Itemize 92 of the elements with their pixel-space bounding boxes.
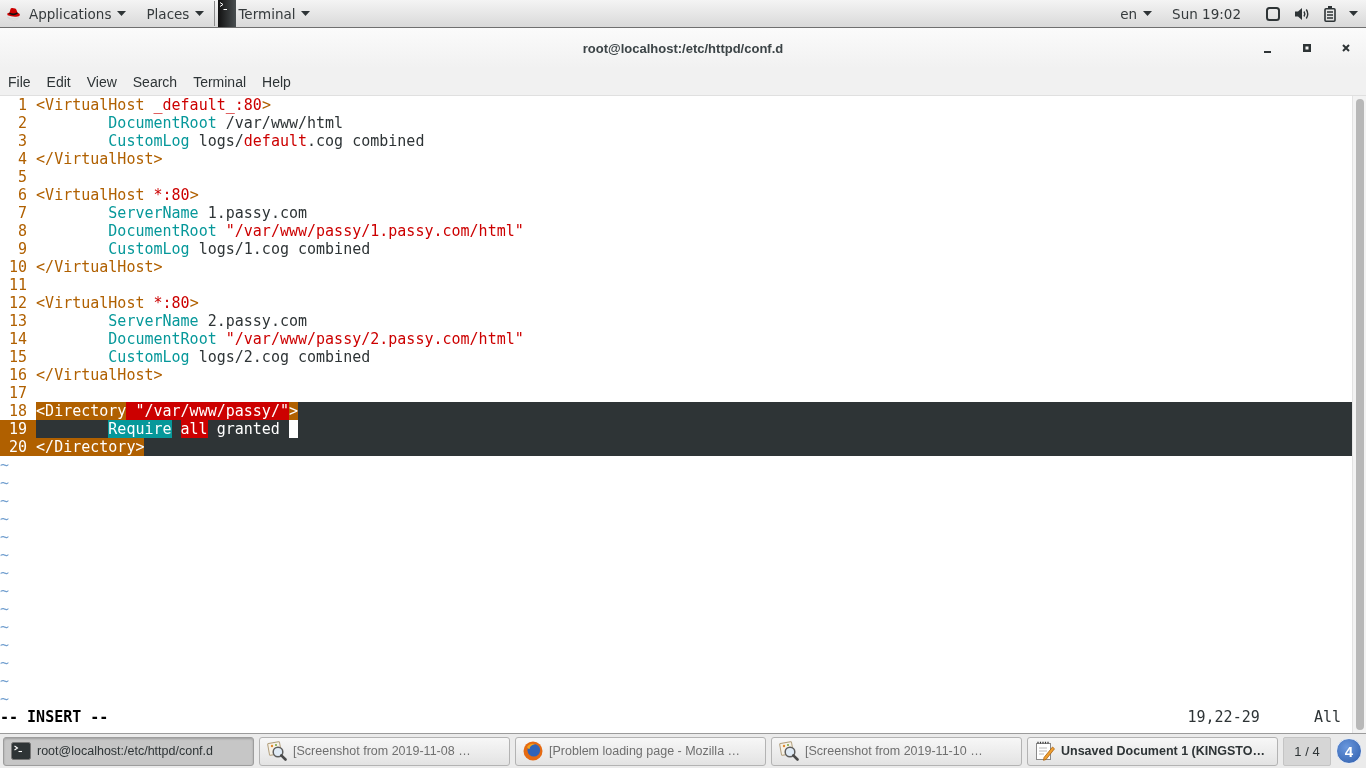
menu-item[interactable]: Terminal bbox=[185, 69, 255, 94]
globe-icon bbox=[523, 741, 543, 761]
menu-item[interactable]: File bbox=[0, 69, 39, 94]
line-number: 7 bbox=[17, 204, 29, 222]
line-number: 14 bbox=[8, 330, 29, 348]
menu-item[interactable]: Search bbox=[124, 69, 186, 94]
line-number: 11 bbox=[8, 276, 29, 294]
app-menu[interactable]: Terminal bbox=[236, 0, 317, 27]
scroll-position: All bbox=[1313, 708, 1341, 726]
caret-icon bbox=[117, 11, 127, 16]
empty-line-marker: ~ bbox=[0, 672, 10, 690]
top-bar-menu[interactable]: Places bbox=[140, 0, 211, 27]
line-number: 6 bbox=[17, 186, 29, 204]
code-line: </VirtualHost> bbox=[36, 366, 163, 384]
volume-icon[interactable] bbox=[1294, 6, 1310, 21]
code-line: CustomLog logs/1.cog combined bbox=[108, 240, 371, 258]
code-line: </VirtualHost> bbox=[36, 150, 163, 168]
line-number: 17 bbox=[8, 384, 29, 402]
empty-line-marker: ~ bbox=[0, 528, 10, 546]
line-number: 10 bbox=[8, 258, 29, 276]
code-line: </VirtualHost> bbox=[36, 258, 163, 276]
maximize-icon bbox=[1302, 44, 1311, 52]
terminal-icon[interactable] bbox=[218, 0, 237, 27]
code-line: DocumentRoot /var/www/html bbox=[108, 114, 344, 132]
line-number: 19 bbox=[0, 420, 37, 438]
empty-line-marker: ~ bbox=[0, 492, 10, 510]
code-line: <VirtualHost *:80> bbox=[36, 186, 199, 204]
clock[interactable]: Sun 19:02 bbox=[1166, 0, 1247, 27]
display-icon[interactable] bbox=[1266, 6, 1280, 21]
code-line: <VirtualHost *:80> bbox=[36, 294, 199, 312]
code-line: DocumentRoot "/var/www/passy/2.passy.com/html" bbox=[108, 330, 524, 348]
empty-line-marker: ~ bbox=[0, 582, 10, 600]
empty-line-marker: ~ bbox=[0, 690, 10, 708]
caret-icon[interactable] bbox=[1349, 11, 1358, 16]
line-number: 18 bbox=[8, 402, 29, 420]
empty-line-marker: ~ bbox=[0, 654, 10, 672]
line-number: 4 bbox=[17, 150, 29, 168]
code-line: CustomLog logs/2.cog combined bbox=[108, 348, 371, 366]
battery-icon[interactable] bbox=[1324, 5, 1336, 22]
empty-line-marker: ~ bbox=[0, 618, 10, 636]
image-magnifier-icon bbox=[779, 741, 799, 761]
menu-item[interactable]: Edit bbox=[38, 69, 79, 94]
notepad-pencil-icon bbox=[1035, 741, 1055, 761]
image-magnifier-icon bbox=[267, 741, 287, 761]
minimize-icon bbox=[1264, 51, 1271, 53]
line-number: 12 bbox=[8, 294, 29, 312]
code-line: ServerName 1.passy.com bbox=[108, 204, 307, 222]
cursor-position: 19,22-29 bbox=[1187, 708, 1260, 726]
line-number: 16 bbox=[8, 366, 29, 384]
taskbar-button[interactable]: [Screenshot from 2019-11-08 … bbox=[259, 736, 510, 766]
top-bar-menu[interactable]: Applications bbox=[23, 0, 133, 27]
code-line: DocumentRoot "/var/www/passy/1.passy.com/html" bbox=[108, 222, 524, 240]
empty-line-marker: ~ bbox=[0, 564, 10, 582]
code-line: <VirtualHost _default_:80> bbox=[36, 96, 271, 114]
taskbar-button[interactable]: [Problem loading page - Mozilla … bbox=[515, 736, 766, 766]
hat-logo-icon[interactable] bbox=[5, 6, 21, 21]
window-title: root@localhost:/etc/httpd/conf.d bbox=[582, 40, 784, 56]
code-line: <Directory "/var/www/passy/"> bbox=[36, 402, 298, 420]
scrollbar-thumb[interactable] bbox=[1355, 99, 1364, 730]
message-count[interactable]: 4 bbox=[1336, 738, 1362, 764]
line-number: 3 bbox=[17, 132, 29, 150]
line-number: 5 bbox=[17, 168, 29, 186]
line-number: 20 bbox=[0, 438, 37, 456]
taskbar-button[interactable]: [Screenshot from 2019-11-10 … bbox=[771, 736, 1022, 766]
close-icon bbox=[1341, 44, 1350, 52]
caret-icon bbox=[1143, 11, 1153, 16]
caret-icon bbox=[301, 11, 311, 16]
menu-item[interactable]: View bbox=[78, 69, 125, 94]
empty-line-marker: ~ bbox=[0, 456, 10, 474]
block-cursor-icon bbox=[288, 420, 298, 438]
workspace-indicator[interactable]: 1 / 4 bbox=[1283, 736, 1331, 766]
caret-icon bbox=[195, 11, 205, 16]
empty-line-marker: ~ bbox=[0, 600, 10, 618]
empty-line-marker: ~ bbox=[0, 474, 10, 492]
input-source-menu[interactable]: en bbox=[1114, 0, 1159, 27]
menu-item[interactable]: Help bbox=[254, 69, 299, 94]
line-number: 13 bbox=[8, 312, 29, 330]
line-number: 15 bbox=[8, 348, 29, 366]
line-number: 8 bbox=[17, 222, 29, 240]
taskbar-button[interactable]: Unsaved Document 1 (KINGSTO… bbox=[1027, 736, 1278, 766]
line-number: 2 bbox=[17, 114, 29, 132]
empty-line-marker: ~ bbox=[0, 636, 10, 654]
taskbar-button[interactable]: root@localhost:/etc/httpd/conf.d bbox=[3, 736, 254, 766]
line-number: 9 bbox=[17, 240, 29, 258]
empty-line-marker: ~ bbox=[0, 546, 10, 564]
line-number: 1 bbox=[17, 96, 29, 114]
code-line: CustomLog logs/default.cog combined bbox=[108, 132, 425, 150]
mode-indicator: -- INSERT -- bbox=[0, 708, 109, 726]
empty-line-marker: ~ bbox=[0, 510, 10, 528]
code-line: Require all granted bbox=[108, 420, 281, 438]
code-line: ServerName 2.passy.com bbox=[108, 312, 307, 330]
terminal-icon bbox=[11, 742, 31, 760]
